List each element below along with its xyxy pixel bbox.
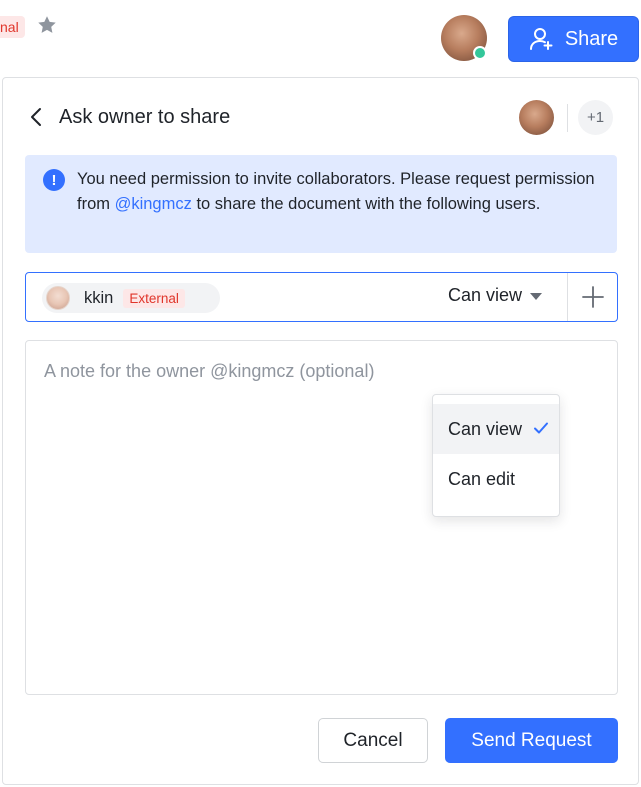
permission-option-edit[interactable]: Can edit [433, 454, 559, 504]
chevron-left-icon[interactable] [25, 105, 49, 129]
share-button[interactable]: Share [508, 16, 639, 62]
plus-icon[interactable] [581, 285, 605, 309]
share-request-panel: Ask owner to share +1 ! You need permiss… [2, 77, 639, 785]
cancel-button[interactable]: Cancel [318, 718, 428, 763]
send-request-button[interactable]: Send Request [445, 718, 618, 763]
notice-text-after: to share the document with the following… [191, 195, 541, 213]
permission-option-view[interactable]: Can view [433, 404, 559, 454]
invite-row-divider [567, 273, 568, 321]
permission-dropdown: Can view Can edit [432, 394, 560, 517]
collaborator-avatar[interactable] [519, 100, 554, 135]
permission-option-view-label: Can view [448, 418, 523, 439]
permission-option-edit-label: Can edit [448, 468, 516, 489]
share-button-label: Share [564, 27, 619, 50]
online-status-dot [473, 46, 487, 60]
panel-title: Ask owner to share [59, 106, 231, 128]
external-tag: External [123, 288, 185, 308]
external-tag-truncated: nal [0, 16, 25, 38]
header-divider [567, 104, 568, 132]
permission-notice: ! You need permission to invite collabor… [25, 155, 617, 253]
permission-selected-value: Can view [448, 285, 523, 305]
more-collaborators-count[interactable]: +1 [578, 100, 613, 135]
info-icon: ! [43, 169, 65, 191]
document-header: nal Share [0, 0, 641, 78]
caret-down-icon [530, 293, 543, 300]
invitee-chip[interactable]: kkin External [42, 283, 220, 313]
panel-header: Ask owner to share +1 [25, 100, 617, 135]
invitee-avatar [46, 286, 70, 310]
star-icon[interactable] [36, 14, 58, 36]
invitee-input[interactable]: kkin External Can view [25, 272, 618, 322]
check-icon [534, 422, 548, 434]
invitee-name: kkin [84, 288, 114, 307]
owner-mention-link[interactable]: @kingmcz [115, 195, 192, 213]
permission-select[interactable]: Can view [448, 285, 543, 306]
add-user-icon [529, 28, 553, 50]
